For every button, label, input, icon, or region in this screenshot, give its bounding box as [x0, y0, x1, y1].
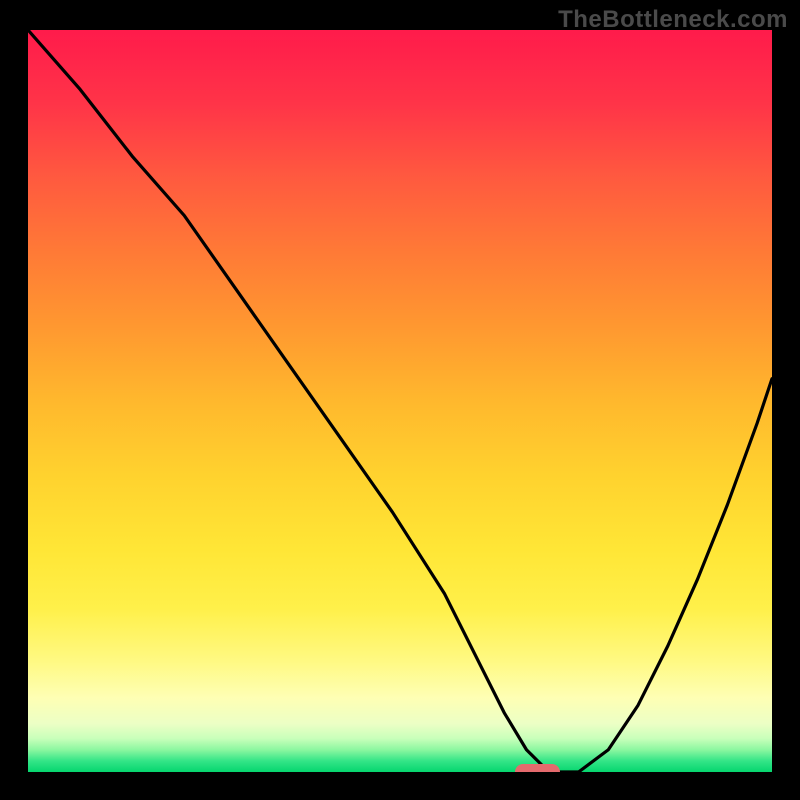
plot-area	[28, 30, 772, 772]
watermark-text: TheBottleneck.com	[558, 6, 788, 34]
chart-frame: TheBottleneck.com	[0, 0, 800, 800]
bottleneck-curve	[28, 30, 772, 772]
minimum-marker	[515, 764, 560, 772]
